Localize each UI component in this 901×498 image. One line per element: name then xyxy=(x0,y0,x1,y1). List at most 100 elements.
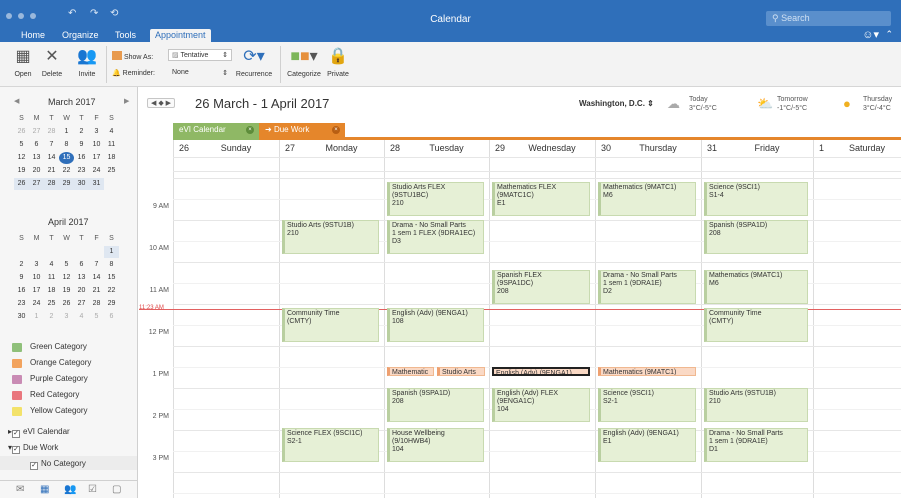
mini-calendar-day[interactable]: 6 xyxy=(29,139,44,151)
mini-calendar-day[interactable]: 5 xyxy=(59,259,74,271)
calendar-event[interactable]: Drama - No Small Parts 1 sem 1 FLEX (9DRA… xyxy=(387,220,484,254)
mini-calendar-day[interactable]: 2 xyxy=(74,126,89,138)
mini-calendar-day[interactable]: 23 xyxy=(14,298,29,310)
calendar-event[interactable]: Studio Arts (9STU1B) 210 xyxy=(282,220,379,254)
mini-calendar-day[interactable]: 21 xyxy=(89,285,104,297)
mini-calendar-day[interactable]: 26 xyxy=(59,298,74,310)
mini-calendar-day[interactable]: 16 xyxy=(14,285,29,297)
day-header[interactable]: 29 Wednesday xyxy=(489,142,595,156)
mini-calendar-day[interactable]: 17 xyxy=(29,285,44,297)
mini-calendar-day[interactable]: 11 xyxy=(104,139,119,151)
tab-organize[interactable]: Organize xyxy=(57,29,104,42)
mini-calendar-day[interactable]: 10 xyxy=(29,272,44,284)
mini-calendar-day[interactable]: 24 xyxy=(29,298,44,310)
calendar-event[interactable]: Science (9SCI1) S1-4 xyxy=(704,182,808,216)
mini-calendar-day[interactable]: 27 xyxy=(29,178,44,190)
calendar-event[interactable]: English (Adv) (9ENGA1) xyxy=(492,367,590,376)
tab-due-work[interactable]: ➜ Due Work × xyxy=(259,123,345,137)
mini-calendar-day[interactable]: 12 xyxy=(14,152,29,164)
close-tab-icon[interactable]: × xyxy=(246,126,254,134)
categorize-button[interactable]: ■■▾ Categorize xyxy=(284,42,324,78)
calendar-event[interactable]: Science FLEX (9SCI1C) S2-1 xyxy=(282,428,379,462)
mini-calendar-day[interactable]: 2 xyxy=(44,311,59,323)
mini-calendar-day[interactable]: 27 xyxy=(74,298,89,310)
category-item[interactable]: Green Category xyxy=(30,342,87,351)
mini-calendar-day[interactable]: 5 xyxy=(14,139,29,151)
mini-calendar-day[interactable]: 4 xyxy=(74,311,89,323)
calendar-event[interactable]: Community Time (CMTY) xyxy=(282,308,379,342)
mini-calendar-day[interactable]: 20 xyxy=(74,285,89,297)
mini-calendar-day[interactable]: 3 xyxy=(59,311,74,323)
reminder-select[interactable]: None ⇕ xyxy=(168,67,232,79)
calendar-event[interactable]: Drama - No Small Parts 1 sem 1 (9DRA1E) D2 xyxy=(598,270,696,304)
calendar-icon[interactable]: ▦ xyxy=(40,484,49,495)
mini-calendar-day[interactable]: 22 xyxy=(104,285,119,297)
mini-calendar-day[interactable]: 1 xyxy=(59,126,74,138)
category-item[interactable]: Red Category xyxy=(30,390,79,399)
tree-item-evi-calendar[interactable]: ▸✓ eVI Calendar xyxy=(8,427,70,438)
tab-tools[interactable]: Tools xyxy=(110,29,141,42)
mini-calendar-day[interactable]: 8 xyxy=(59,139,74,151)
mini-calendar-day[interactable]: 7 xyxy=(89,259,104,271)
open-button[interactable]: ▦ Open xyxy=(10,42,36,78)
close-tab-icon[interactable]: × xyxy=(332,126,340,134)
evi-calendar-checkbox[interactable]: ✓ xyxy=(12,430,21,438)
mini-calendar-day[interactable]: 8 xyxy=(104,259,119,271)
mini-calendar-day[interactable]: 16 xyxy=(74,152,89,164)
calendar-event[interactable]: Studio Arts (9STU1B) 210 xyxy=(704,388,808,422)
tasks-icon[interactable]: ☑ xyxy=(88,484,97,495)
mini-calendar-today[interactable]: 15 xyxy=(59,152,74,164)
mini-calendar-day[interactable]: 5 xyxy=(89,311,104,323)
day-header[interactable]: 30 Thursday xyxy=(595,142,701,156)
mini-calendar-day[interactable]: 27 xyxy=(29,126,44,138)
invite-button[interactable]: 👥 Invite xyxy=(74,42,100,78)
mini-calendar-day[interactable]: 24 xyxy=(89,165,104,177)
private-button[interactable]: 🔒 Private xyxy=(324,42,352,78)
tab-appointment[interactable]: Appointment xyxy=(150,29,211,42)
calendar-event[interactable]: Mathematics FLEX (9MATC1C) E1 xyxy=(492,182,590,216)
mini-calendar-day[interactable]: 31 xyxy=(89,178,104,190)
tree-item-due-work[interactable]: ▾✓ Due Work xyxy=(8,443,58,454)
mini-calendar-prev-icon[interactable]: ◀ xyxy=(14,97,19,105)
weather-location[interactable]: Washington, D.C. ⇕ xyxy=(579,99,654,108)
no-category-checkbox[interactable]: ✓ xyxy=(30,462,38,470)
calendar-event[interactable]: Spanish FLEX (9SPA1DC) 208 xyxy=(492,270,590,304)
search-input[interactable]: ⚲ Search xyxy=(766,11,891,26)
mini-calendar-day[interactable]: 15 xyxy=(104,272,119,284)
day-header[interactable]: 26 Sunday xyxy=(173,142,279,156)
tab-evi-calendar[interactable]: eVI Calendar × xyxy=(173,123,259,137)
mini-calendar-day[interactable]: 9 xyxy=(14,272,29,284)
mail-icon[interactable]: ✉ xyxy=(16,484,24,495)
mini-calendar-day[interactable]: 4 xyxy=(44,259,59,271)
mini-calendar-day[interactable]: 12 xyxy=(59,272,74,284)
mini-calendar-day[interactable]: 18 xyxy=(44,285,59,297)
mini-calendar-day[interactable]: 25 xyxy=(44,298,59,310)
mini-calendar-day[interactable]: 6 xyxy=(74,259,89,271)
calendar-event[interactable]: Drama - No Small Parts 1 sem 1 (9DRA1E) D1 xyxy=(704,428,808,462)
mini-calendar-day[interactable]: 14 xyxy=(89,272,104,284)
mini-calendar-day[interactable]: 2 xyxy=(14,259,29,271)
calendar-event[interactable]: Mathematics (9MATC1) M6 xyxy=(704,270,808,304)
people-icon[interactable]: 👥 xyxy=(64,484,76,495)
mini-calendar-day[interactable]: 4 xyxy=(104,126,119,138)
mini-calendar-day[interactable]: 26 xyxy=(14,178,29,190)
mini-calendar-day[interactable]: 25 xyxy=(104,165,119,177)
mini-calendar-day[interactable]: 3 xyxy=(29,259,44,271)
mini-calendar-day[interactable]: 1 xyxy=(29,311,44,323)
mini-calendar-day[interactable]: 30 xyxy=(14,311,29,323)
mini-calendar-day[interactable]: 6 xyxy=(104,311,119,323)
mini-calendar-day[interactable]: 26 xyxy=(14,126,29,138)
show-as-select[interactable]: ▨ Tentative ⇕ xyxy=(168,49,232,61)
mini-calendar-day[interactable]: 14 xyxy=(44,152,59,164)
day-header[interactable]: 28 Tuesday xyxy=(384,142,489,156)
calendar-event[interactable]: Community Time (CMTY) xyxy=(704,308,808,342)
recurrence-button[interactable]: ⟳▾ Recurrence xyxy=(232,42,276,78)
calendar-event[interactable]: English (Adv) (9ENGA1) E1 xyxy=(598,428,696,462)
mini-calendar-day[interactable]: 28 xyxy=(44,126,59,138)
mini-calendar-day[interactable]: 20 xyxy=(29,165,44,177)
delete-button[interactable]: ✕ Delete xyxy=(38,42,66,78)
mini-calendar-day[interactable]: 29 xyxy=(59,178,74,190)
mini-calendar-day[interactable]: 7 xyxy=(44,139,59,151)
calendar-event[interactable]: Spanish (9SPA1D) 208 xyxy=(387,388,484,422)
week-navigation[interactable]: ◀ ◆ ▶ xyxy=(147,98,176,108)
